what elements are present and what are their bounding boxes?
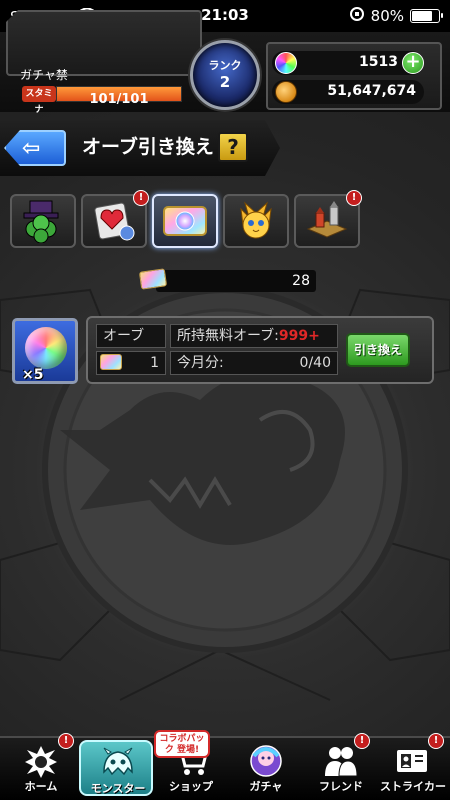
monthly-value: 0/40 [299,355,331,371]
nav-home-alert-badge: ! [58,733,74,749]
orb-label: オーブ [96,324,166,348]
rank-value: 2 [219,73,231,91]
nav-friend-alert-badge: ! [354,733,370,749]
monthly-label: 今月分: [177,355,224,371]
nav-monster-label: モンスター [90,782,146,795]
gold-coin-icon [275,81,297,103]
stamina-value: 101/101 [89,92,149,107]
rank-badge[interactable]: ランク 2 [190,40,260,110]
nav-friend-label: フレンド [319,780,363,793]
ticket-small-icon [100,354,122,370]
help-button[interactable]: ? [218,132,248,162]
orb-ticket-icon [163,206,207,236]
buy-orbs-button[interactable]: + [402,52,424,74]
orb-multiplier: ×5 [22,367,44,383]
rainbow-orb-icon [25,327,67,369]
monthly-cell: 今月分: 0/40 [170,351,338,375]
nav-shop-label: ショップ [169,780,213,793]
nav-monster[interactable]: モンスター [79,740,153,796]
nav-striker-label: ストライカー [380,780,446,793]
rank-label: ランク [208,59,242,72]
hat-clover-icon [23,200,59,243]
nav-gacha-label: ガチャ [249,780,283,793]
collab-pack-promo-badge: コラボパック 登場! [154,730,210,758]
tab-alert-badge: ! [133,190,149,206]
back-arrow-icon: ⇦ [22,136,41,161]
gold-count: 51,647,674 [327,83,416,99]
free-orbs-label: 所持無料オーブ: [177,328,279,344]
exchange-button[interactable]: 引き換え [346,333,410,367]
tab-chick-monster[interactable] [223,194,289,248]
tab-castle[interactable]: ! [294,190,362,248]
battery-group: 80% [349,6,443,26]
ticket-count: 28 [292,273,310,289]
tab-alert-badge: ! [346,190,362,206]
orb-icon [275,52,297,74]
heart-card-icon [94,202,135,241]
tab-heart-card[interactable]: ! [81,190,149,248]
gacha-icon [248,744,284,778]
stamina-tag: スタミナ [22,86,56,115]
striker-icon [395,744,431,778]
chick-monster-icon [240,201,272,239]
battery-level [412,11,432,21]
nav-gacha[interactable]: ガチャ [229,740,303,796]
tab-orb-ticket[interactable] [152,194,218,248]
free-orb-cell: 所持無料オーブ:999+ [170,324,338,348]
gacha-status-label: ガチャ禁 [20,68,68,82]
friends-icon [323,744,359,778]
nav-home-label: ホーム [24,780,58,793]
home-icon [23,744,59,778]
tab-hat-clover[interactable] [10,194,76,248]
free-orbs-value: 999+ [278,328,320,344]
ticket-cost: 1 [150,355,159,371]
battery-icon [410,9,443,23]
monster-icon [100,746,136,780]
orientation-lock-icon [349,6,365,26]
page-title: オーブ引き換え [82,136,214,158]
battery-percent: 80% [370,7,404,25]
orb-count: 1513 [359,54,398,70]
nav-friend[interactable]: フレンド [304,740,378,796]
nav-striker-alert-badge: ! [428,733,444,749]
castle-icon [306,201,348,238]
